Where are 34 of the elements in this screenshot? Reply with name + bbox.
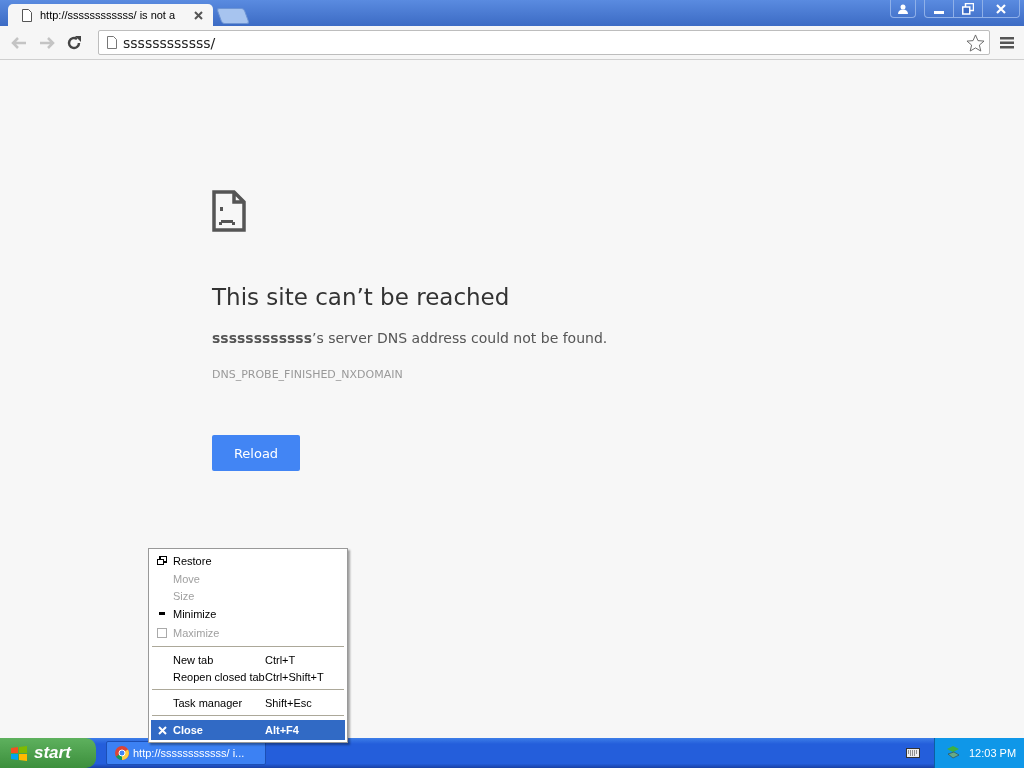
user-icon (897, 2, 909, 15)
page-icon (107, 36, 117, 49)
clock: 12:03 PM (969, 747, 1017, 759)
new-tab-button[interactable] (216, 8, 250, 24)
minimize-icon (934, 10, 944, 14)
menu-item[interactable]: Minimize (151, 604, 345, 623)
error-message: ssssssssssss’s server DNS address could not be found. (212, 330, 608, 346)
close-icon[interactable] (194, 10, 203, 20)
reload-icon[interactable] (66, 34, 82, 51)
keyboard-icon[interactable] (906, 748, 920, 758)
maximize-icon (157, 627, 167, 638)
windows-flag-icon (10, 745, 28, 761)
minimize-icon (159, 612, 165, 615)
menu-icon[interactable] (1000, 36, 1014, 49)
menu-item[interactable]: Task manager Shift+Esc (151, 694, 345, 711)
restore-icon (962, 2, 974, 15)
restore-icon (157, 556, 167, 565)
menu-item[interactable]: Reopen closed tabCtrl+Shift+T (151, 668, 345, 685)
close-icon (157, 725, 167, 735)
address-bar[interactable]: ssssssssssss/ (98, 30, 990, 55)
sad-page-icon (212, 190, 246, 232)
reload-button[interactable]: Reload (212, 435, 300, 471)
user-button[interactable] (890, 0, 916, 18)
error-heading: This site can’t be reached (212, 284, 510, 310)
error-code: DNS_PROBE_FINISHED_NXDOMAIN (212, 368, 403, 381)
browser-icon (115, 746, 129, 760)
star-icon[interactable] (966, 33, 985, 52)
page-icon (22, 8, 32, 22)
menu-item[interactable]: Restore (151, 551, 345, 570)
browser-tab[interactable]: http://ssssssssssss/ is not a (8, 4, 213, 26)
menu-item[interactable]: New tab Ctrl+T (151, 651, 345, 668)
taskbar-button[interactable]: http://ssssssssssss/ i... (106, 741, 266, 765)
menu-item[interactable]: Close Alt+F4 (151, 720, 345, 740)
close-icon (995, 2, 1007, 15)
